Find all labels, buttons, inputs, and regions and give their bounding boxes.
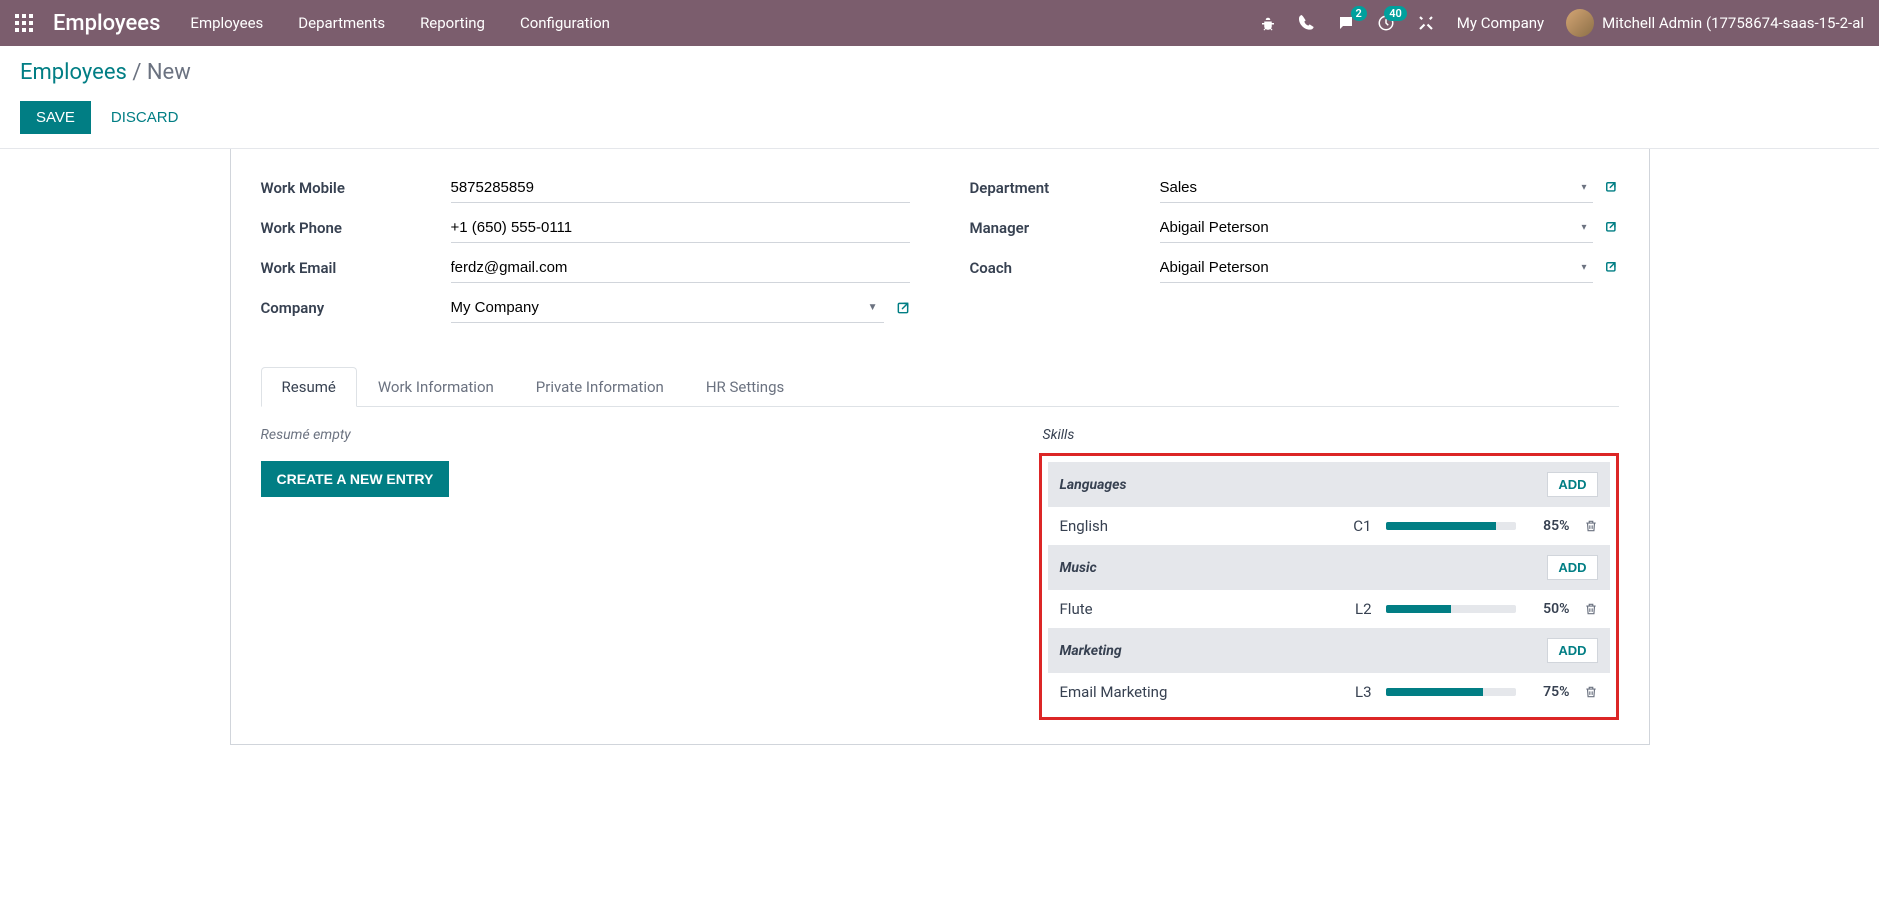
skill-percent: 85% <box>1530 518 1570 534</box>
nav-right: 2 40 My Company Mitchell Admin (17758674… <box>1259 9 1864 37</box>
skill-row: Email Marketing L3 75% <box>1048 673 1610 711</box>
external-link-icon[interactable] <box>1605 181 1619 195</box>
discard-button[interactable]: DISCARD <box>111 109 179 126</box>
tools-icon[interactable] <box>1417 14 1435 32</box>
form-actions: SAVE DISCARD <box>20 101 1859 134</box>
skill-group-header: Music ADD <box>1048 545 1610 590</box>
messages-badge: 2 <box>1351 6 1367 21</box>
nav-item-employees[interactable]: Employees <box>190 14 263 32</box>
label-manager: Manager <box>970 219 1160 237</box>
tab-private-information[interactable]: Private Information <box>515 367 685 407</box>
skill-percent: 50% <box>1530 601 1570 617</box>
nav-item-reporting[interactable]: Reporting <box>420 14 485 32</box>
skill-group-name: Marketing <box>1060 643 1122 659</box>
trash-icon[interactable] <box>1584 518 1598 534</box>
skills-panel: Languages ADD English C1 85% Music ADD Flute L2 5… <box>1039 453 1619 720</box>
skills-title: Skills <box>1039 427 1619 443</box>
add-skill-button[interactable]: ADD <box>1547 638 1597 663</box>
input-company[interactable] <box>451 293 862 322</box>
tabs: Resumé Work Information Private Informat… <box>261 367 1619 407</box>
label-company: Company <box>261 299 451 317</box>
activities-badge: 40 <box>1384 6 1407 21</box>
skill-level: L3 <box>1332 683 1372 701</box>
tab-work-information[interactable]: Work Information <box>357 367 515 407</box>
nav-menu: Employees Departments Reporting Configur… <box>190 14 609 32</box>
tab-body: Resumé empty CREATE A NEW ENTRY Skills L… <box>261 407 1619 720</box>
external-link-icon[interactable] <box>1605 261 1619 275</box>
nav-brand[interactable]: Employees <box>53 11 160 36</box>
avatar <box>1566 9 1594 37</box>
label-work-phone: Work Phone <box>261 219 451 237</box>
nav-user[interactable]: Mitchell Admin (17758674-saas-15-2-al <box>1566 9 1864 37</box>
form-sheet: Work Mobile Work Phone Work Email Compan… <box>230 149 1650 745</box>
trash-icon[interactable] <box>1584 684 1598 700</box>
input-work-mobile[interactable] <box>451 173 910 203</box>
bug-icon[interactable] <box>1259 14 1277 32</box>
nav-item-configuration[interactable]: Configuration <box>520 14 610 32</box>
skill-group-header: Marketing ADD <box>1048 628 1610 673</box>
label-department: Department <box>970 179 1160 197</box>
input-work-phone[interactable] <box>451 213 910 243</box>
skill-group-name: Languages <box>1060 477 1127 493</box>
resume-empty-text: Resumé empty <box>261 427 989 443</box>
skill-level: L2 <box>1332 600 1372 618</box>
chevron-down-icon[interactable]: ▾ <box>1575 182 1592 193</box>
skill-group-name: Music <box>1060 560 1097 576</box>
skill-name: Email Marketing <box>1060 683 1318 701</box>
input-coach[interactable] <box>1160 253 1576 282</box>
label-work-email: Work Email <box>261 259 451 277</box>
subheader: Employees / New SAVE DISCARD <box>0 46 1879 149</box>
skills-column: Skills Languages ADD English C1 85% Music ADD F… <box>1039 427 1619 720</box>
label-coach: Coach <box>970 259 1160 277</box>
input-manager[interactable] <box>1160 213 1576 242</box>
skill-progress <box>1386 522 1516 530</box>
skill-row: Flute L2 50% <box>1048 590 1610 628</box>
external-link-icon[interactable] <box>1605 221 1619 235</box>
tab-resume[interactable]: Resumé <box>261 367 357 407</box>
chevron-down-icon[interactable]: ▾ <box>1575 222 1592 233</box>
messages-icon[interactable]: 2 <box>1337 14 1355 32</box>
input-department[interactable] <box>1160 173 1576 202</box>
apps-icon[interactable] <box>15 14 33 32</box>
external-link-icon[interactable] <box>896 301 910 315</box>
activities-icon[interactable]: 40 <box>1377 14 1395 32</box>
nav-company[interactable]: My Company <box>1457 14 1544 32</box>
skill-progress <box>1386 605 1516 613</box>
create-entry-button[interactable]: CREATE A NEW ENTRY <box>261 461 450 497</box>
add-skill-button[interactable]: ADD <box>1547 472 1597 497</box>
skill-name: English <box>1060 517 1318 535</box>
add-skill-button[interactable]: ADD <box>1547 555 1597 580</box>
resume-column: Resumé empty CREATE A NEW ENTRY <box>261 427 989 720</box>
breadcrumb-current: New <box>147 60 191 85</box>
nav-item-departments[interactable]: Departments <box>298 14 385 32</box>
navbar: Employees Employees Departments Reportin… <box>0 0 1879 46</box>
chevron-down-icon[interactable]: ▼ <box>862 302 884 313</box>
breadcrumb-root[interactable]: Employees <box>20 60 127 85</box>
skill-row: English C1 85% <box>1048 507 1610 545</box>
nav-user-name: Mitchell Admin (17758674-saas-15-2-al <box>1602 14 1864 32</box>
phone-icon[interactable] <box>1299 15 1315 31</box>
skill-name: Flute <box>1060 600 1318 618</box>
trash-icon[interactable] <box>1584 601 1598 617</box>
form-col-left: Work Mobile Work Phone Work Email Compan… <box>261 173 910 333</box>
input-work-email[interactable] <box>451 253 910 283</box>
breadcrumb-sep: / <box>132 60 147 85</box>
skill-group-header: Languages ADD <box>1048 462 1610 507</box>
breadcrumb: Employees / New <box>20 60 1859 85</box>
save-button[interactable]: SAVE <box>20 101 91 134</box>
skill-level: C1 <box>1332 517 1372 535</box>
label-work-mobile: Work Mobile <box>261 179 451 197</box>
skill-progress <box>1386 688 1516 696</box>
form-col-right: Department ▾ Manager ▾ <box>970 173 1619 333</box>
chevron-down-icon[interactable]: ▾ <box>1575 262 1592 273</box>
skill-percent: 75% <box>1530 684 1570 700</box>
tab-hr-settings[interactable]: HR Settings <box>685 367 805 407</box>
